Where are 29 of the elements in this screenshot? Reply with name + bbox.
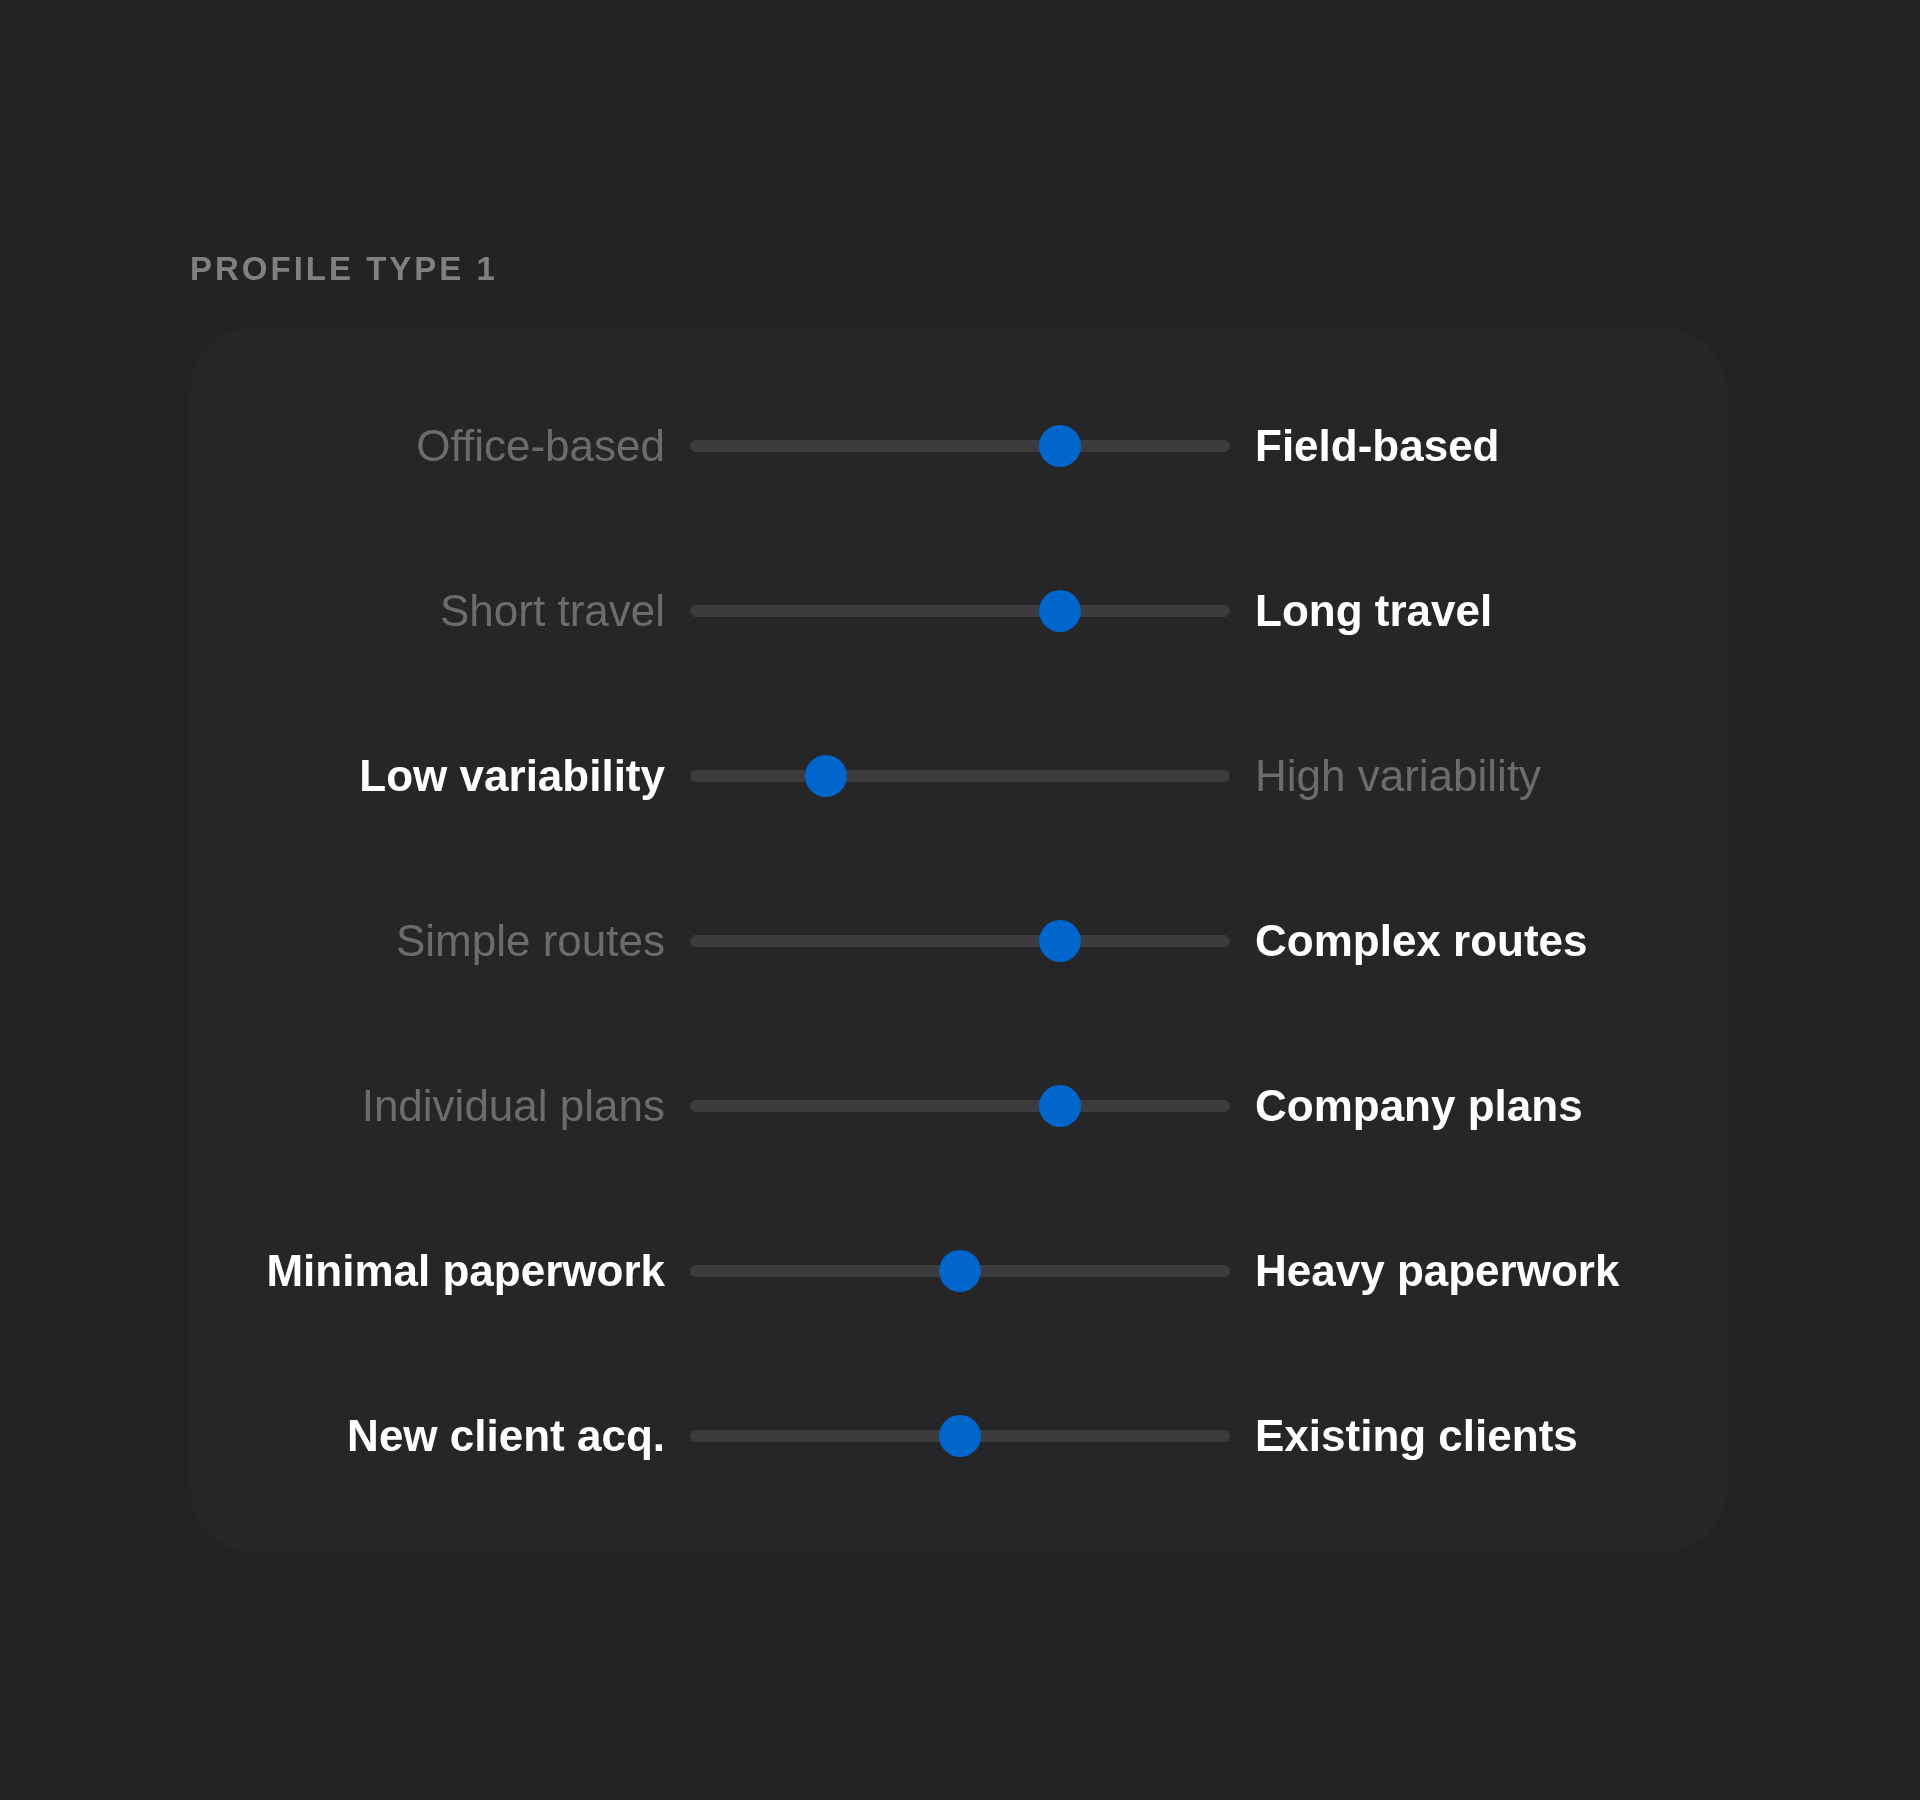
scale-end-label: Complex routes (1255, 916, 1588, 966)
scale-end-label: Low variability (359, 751, 665, 801)
scale-end-label: Minimal paperwork (266, 1246, 665, 1296)
slider-track[interactable] (690, 755, 1230, 797)
scale-end-label: Long travel (1255, 586, 1493, 636)
slider-track[interactable] (690, 1415, 1230, 1457)
scale-end-label: Simple routes (396, 916, 665, 966)
slider-track[interactable] (690, 920, 1230, 962)
scale-end-label: Existing clients (1255, 1411, 1578, 1461)
slider-thumb[interactable] (1038, 590, 1081, 632)
scale-end-label: Office-based (416, 421, 665, 471)
slider-thumb[interactable] (804, 755, 847, 797)
slider-thumb[interactable] (1038, 920, 1081, 962)
slider-track[interactable] (690, 1085, 1230, 1127)
section-title: PROFILE TYPE 1 (190, 250, 498, 288)
scale-end-label: Field-based (1255, 421, 1500, 471)
scale-end-label: Individual plans (361, 1081, 665, 1131)
scale-end-label: Short travel (440, 586, 665, 636)
scale-end-label: Company plans (1255, 1081, 1583, 1131)
slider-track[interactable] (690, 1250, 1230, 1292)
slider-track[interactable] (690, 590, 1230, 632)
slider-thumb[interactable] (939, 1415, 981, 1457)
scale-end-label: Heavy paperwork (1255, 1246, 1620, 1296)
slider-track[interactable] (690, 425, 1230, 467)
scale-end-label: High variability (1255, 751, 1542, 801)
slider-thumb[interactable] (1038, 1085, 1081, 1127)
slider-thumb[interactable] (1038, 425, 1081, 467)
slider-thumb[interactable] (939, 1250, 981, 1292)
scale-end-label: New client acq. (347, 1411, 665, 1461)
